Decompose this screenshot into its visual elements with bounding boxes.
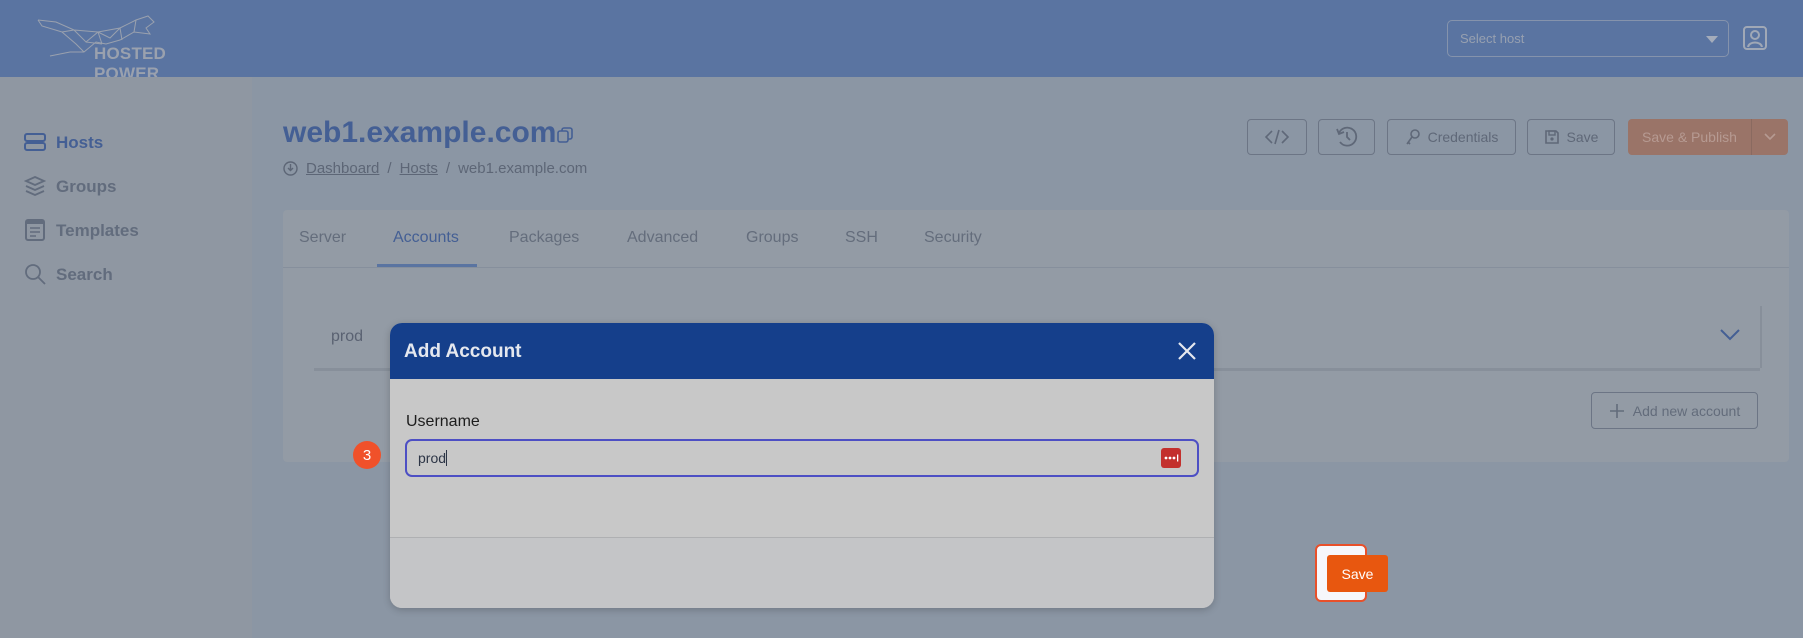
- server-icon: [24, 131, 48, 155]
- search-icon: [24, 263, 48, 287]
- tab-bar: Server Accounts Packages Advanced Groups…: [283, 210, 1789, 268]
- sidebar-item-label: Hosts: [56, 133, 104, 152]
- top-bar: HOSTED POWER Select host: [0, 0, 1803, 83]
- password-manager-icon[interactable]: [1161, 448, 1181, 468]
- document-icon: [24, 219, 48, 243]
- credentials-button[interactable]: Credentials: [1387, 119, 1516, 155]
- floppy-disk-icon: [1544, 130, 1559, 144]
- tab-advanced[interactable]: Advanced: [627, 229, 698, 247]
- modal-footer: [390, 537, 1214, 608]
- tab-server[interactable]: Server: [299, 229, 346, 247]
- username-input[interactable]: prod: [405, 439, 1199, 477]
- breadcrumb-separator: /: [387, 160, 392, 177]
- caret-down-icon: [1706, 36, 1718, 43]
- add-new-account-button[interactable]: Add new account: [1591, 392, 1758, 429]
- username-value: prod: [418, 450, 448, 466]
- history-icon: [1335, 126, 1357, 147]
- chevron-down-icon[interactable]: [1720, 328, 1740, 346]
- host-select-dropdown[interactable]: Select host: [1447, 20, 1729, 57]
- host-select-placeholder: Select host: [1460, 31, 1525, 46]
- save-label: Save: [1566, 129, 1599, 145]
- chevron-down-icon: [1764, 133, 1776, 141]
- active-tab-indicator: [377, 264, 477, 267]
- code-view-button[interactable]: [1247, 119, 1307, 155]
- breadcrumb-current: web1.example.com: [458, 160, 588, 177]
- sidebar-item-hosts[interactable]: Hosts: [24, 128, 103, 158]
- username-text: prod: [418, 450, 447, 466]
- tab-ssh[interactable]: SSH: [845, 229, 878, 247]
- sidebar-item-search[interactable]: Search: [24, 260, 113, 290]
- tab-security[interactable]: Security: [924, 229, 982, 247]
- user-account-icon[interactable]: [1742, 25, 1768, 51]
- sidebar-item-label: Groups: [56, 177, 117, 196]
- breadcrumb: Dashboard / Hosts / web1.example.com: [283, 160, 587, 177]
- modal-header: Add Account: [390, 323, 1214, 379]
- step-number-badge: 3: [353, 441, 381, 469]
- code-icon: [1264, 129, 1290, 145]
- breadcrumb-separator: /: [445, 160, 451, 177]
- tab-groups[interactable]: Groups: [746, 229, 798, 247]
- hosted-power-logo[interactable]: HOSTED POWER: [36, 14, 236, 83]
- save-publish-dropdown-button[interactable]: [1752, 119, 1788, 155]
- tab-packages[interactable]: Packages: [509, 229, 579, 247]
- sidebar: [0, 77, 252, 638]
- credentials-label: Credentials: [1427, 129, 1499, 145]
- sidebar-item-groups[interactable]: Groups: [24, 172, 116, 202]
- add-account-modal: Add Account Username prod: [390, 323, 1214, 608]
- tab-accounts[interactable]: Accounts: [393, 229, 459, 247]
- copy-icon[interactable]: [557, 127, 573, 143]
- history-button[interactable]: [1318, 119, 1375, 155]
- save-publish-split-button: Save & Publish: [1628, 119, 1788, 155]
- key-icon: [1405, 129, 1420, 145]
- sidebar-item-templates[interactable]: Templates: [24, 216, 139, 246]
- text-cursor: [446, 450, 448, 466]
- save-publish-button[interactable]: Save & Publish: [1628, 119, 1752, 155]
- modal-save-button[interactable]: Save: [1327, 555, 1388, 592]
- add-new-account-label: Add new account: [1632, 402, 1741, 419]
- sidebar-item-label: Templates: [56, 221, 139, 240]
- breadcrumb-dashboard-link[interactable]: Dashboard: [306, 160, 379, 177]
- close-icon[interactable]: [1176, 340, 1198, 362]
- account-name: prod: [331, 328, 364, 345]
- username-label: Username: [406, 413, 480, 430]
- dashboard-icon: [283, 161, 298, 176]
- modal-title: Add Account: [404, 341, 522, 362]
- layers-icon: [24, 175, 48, 199]
- page-title: web1.example.com: [283, 116, 557, 149]
- plus-icon: [1609, 403, 1624, 418]
- save-button[interactable]: Save: [1527, 119, 1615, 155]
- sidebar-item-label: Search: [56, 265, 113, 284]
- breadcrumb-hosts-link[interactable]: Hosts: [400, 160, 438, 177]
